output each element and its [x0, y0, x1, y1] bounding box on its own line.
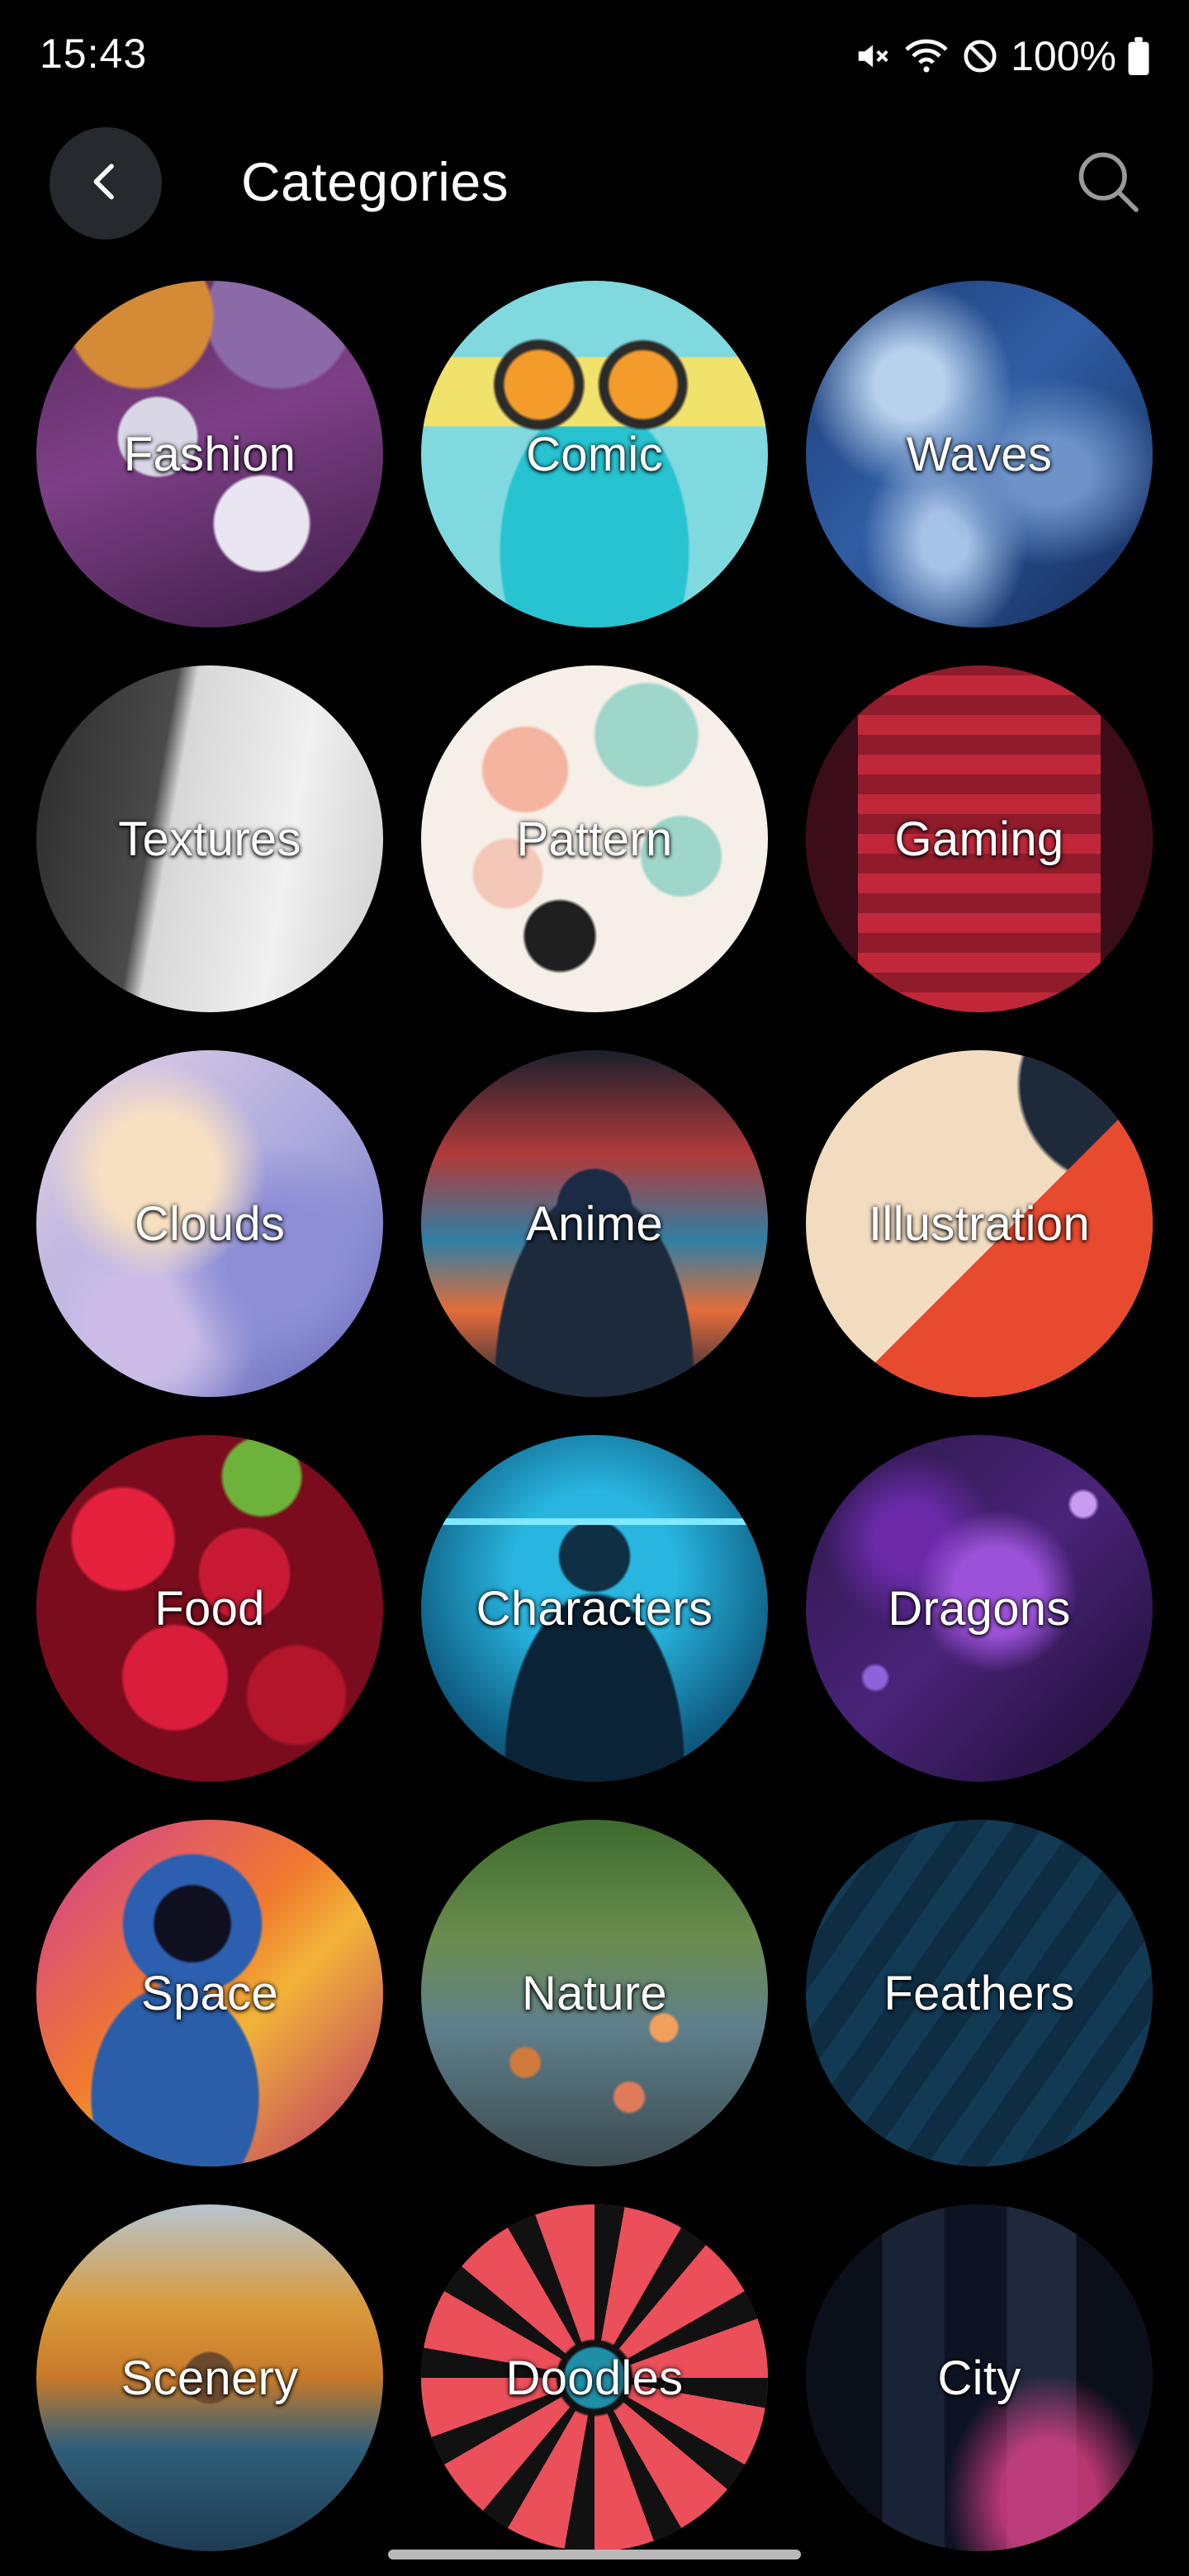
search-icon — [1073, 146, 1142, 220]
category-grid: Fashion Comic Waves Textures Pattern Gam… — [36, 281, 1153, 2551]
category-label: Space — [141, 1966, 278, 2020]
wifi-icon — [903, 36, 950, 77]
category-label: Pattern — [516, 812, 673, 866]
category-label: Nature — [522, 1966, 667, 2020]
status-icons: 100% — [854, 30, 1149, 83]
category-label: Textures — [118, 812, 301, 866]
category-illustration[interactable]: Illustration — [806, 1050, 1153, 1397]
category-feathers[interactable]: Feathers — [806, 1820, 1153, 2166]
category-pattern[interactable]: Pattern — [421, 665, 768, 1012]
category-space[interactable]: Space — [36, 1820, 383, 2166]
category-label: Gaming — [894, 812, 1064, 866]
category-label: Clouds — [134, 1196, 286, 1251]
category-scenery[interactable]: Scenery — [36, 2204, 383, 2551]
category-doodles[interactable]: Doodles — [421, 2204, 768, 2551]
status-bar: 15:43 100% — [0, 0, 1189, 116]
gesture-navigation-bar[interactable] — [388, 2550, 801, 2559]
category-label: Scenery — [121, 2351, 299, 2405]
chevron-left-icon — [83, 159, 129, 209]
category-nature[interactable]: Nature — [421, 1820, 768, 2166]
category-fashion[interactable]: Fashion — [36, 281, 383, 627]
status-time: 15:43 — [40, 31, 148, 77]
category-label: Characters — [476, 1581, 713, 1636]
category-label: Doodles — [505, 2351, 684, 2405]
category-label: City — [937, 2351, 1021, 2405]
category-characters[interactable]: Characters — [421, 1435, 768, 1782]
back-button[interactable] — [50, 127, 162, 239]
category-label: Feathers — [883, 1966, 1075, 2020]
category-label: Anime — [526, 1196, 663, 1251]
app-bar: Categories — [0, 124, 1189, 248]
category-comic[interactable]: Comic — [421, 281, 768, 627]
category-gaming[interactable]: Gaming — [806, 665, 1153, 1012]
category-label: Waves — [906, 427, 1053, 481]
category-food[interactable]: Food — [36, 1435, 383, 1782]
page-title: Categories — [241, 151, 509, 212]
mute-icon — [854, 37, 892, 75]
category-anime[interactable]: Anime — [421, 1050, 768, 1397]
category-textures[interactable]: Textures — [36, 665, 383, 1012]
do-not-disturb-icon — [961, 37, 999, 75]
category-label: Fashion — [123, 427, 296, 481]
battery-icon — [1128, 37, 1149, 75]
category-dragons[interactable]: Dragons — [806, 1435, 1153, 1782]
search-button[interactable] — [1062, 137, 1153, 228]
category-label: Illustration — [869, 1196, 1090, 1251]
category-waves[interactable]: Waves — [806, 281, 1153, 627]
category-city[interactable]: City — [806, 2204, 1153, 2551]
category-label: Comic — [526, 427, 663, 481]
category-label: Dragons — [888, 1581, 1071, 1636]
battery-percentage: 100% — [1011, 33, 1116, 79]
category-clouds[interactable]: Clouds — [36, 1050, 383, 1397]
category-label: Food — [154, 1581, 265, 1636]
